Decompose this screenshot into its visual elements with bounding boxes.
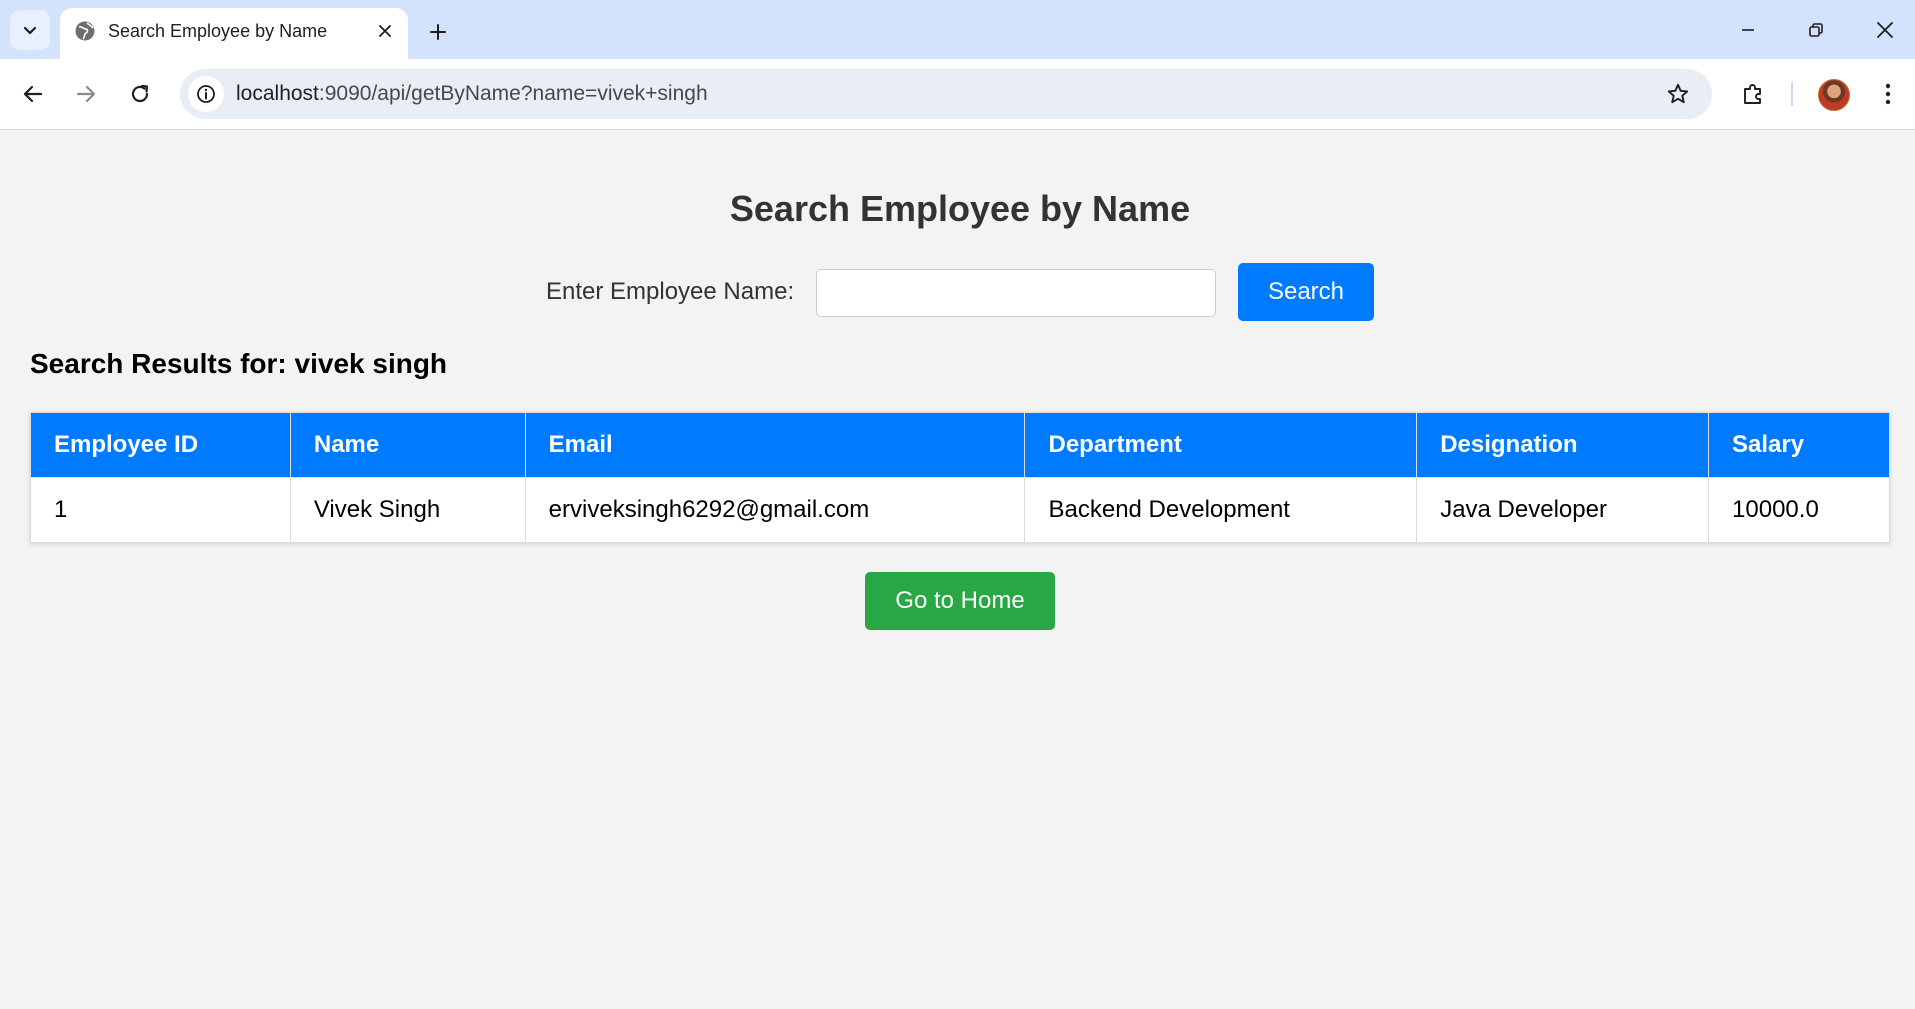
reload-button[interactable] — [121, 75, 159, 113]
extensions-button[interactable] — [1733, 74, 1773, 114]
arrow-right-icon — [76, 85, 96, 103]
globe-icon — [75, 21, 95, 41]
address-bar[interactable]: localhost:9090/api/getByName?name=vivek+… — [180, 69, 1712, 119]
forward-button[interactable] — [67, 75, 105, 113]
tab-close-button[interactable] — [372, 18, 398, 44]
chevron-down-icon — [23, 26, 37, 35]
url-host: localhost — [236, 82, 319, 105]
browser-toolbar: localhost:9090/api/getByName?name=vivek+… — [0, 59, 1915, 130]
new-tab-button[interactable] — [422, 16, 454, 48]
column-header-department: Department — [1024, 412, 1418, 478]
window-restore-button[interactable] — [1794, 8, 1838, 52]
column-header-email: Email — [524, 412, 1026, 478]
cell-name: Vivek Singh — [289, 477, 526, 543]
page-content: Search Employee by Name Enter Employee N… — [0, 130, 1915, 1008]
column-header-designation: Designation — [1416, 412, 1710, 478]
puzzle-icon — [1744, 84, 1761, 104]
url-text: localhost:9090/api/getByName?name=vivek+… — [236, 82, 708, 106]
arrow-left-icon — [23, 85, 43, 103]
window-close-button[interactable] — [1863, 8, 1907, 52]
cell-department: Backend Development — [1024, 477, 1418, 543]
results-table: Employee ID Name Email Department Design… — [30, 412, 1890, 543]
plus-icon — [430, 24, 446, 40]
star-icon — [1667, 83, 1689, 104]
employee-name-input[interactable] — [816, 269, 1216, 317]
go-to-home-button[interactable]: Go to Home — [865, 572, 1055, 630]
tab-title: Search Employee by Name — [108, 21, 328, 41]
url-path: :9090/api/getByName?name=vivek+singh — [318, 82, 708, 105]
reload-icon — [131, 84, 149, 103]
more-vertical-icon — [1885, 83, 1891, 105]
minimize-icon — [1742, 29, 1754, 31]
bookmark-button[interactable] — [1660, 76, 1696, 112]
table-row: 1 Vivek Singh erviveksingh6292@gmail.com… — [30, 477, 1890, 543]
column-header-name: Name — [289, 412, 526, 478]
cell-salary: 10000.0 — [1708, 477, 1890, 543]
cell-designation: Java Developer — [1416, 477, 1710, 543]
table-header-row: Employee ID Name Email Department Design… — [30, 412, 1890, 478]
employee-name-label: Enter Employee Name: — [546, 278, 795, 305]
tab-search-button[interactable] — [10, 10, 50, 50]
search-button[interactable]: Search — [1238, 263, 1374, 321]
window-minimize-button[interactable] — [1726, 8, 1770, 52]
browser-menu-button[interactable] — [1870, 76, 1906, 112]
restore-icon — [1809, 23, 1823, 37]
browser-tab-strip: Search Employee by Name — [0, 0, 1915, 59]
column-header-employee-id: Employee ID — [30, 412, 291, 478]
cell-employee-id: 1 — [30, 477, 291, 543]
results-heading: Search Results for: vivek singh — [30, 348, 448, 379]
cell-email: erviveksingh6292@gmail.com — [524, 477, 1026, 543]
column-header-salary: Salary — [1708, 412, 1890, 478]
profile-avatar[interactable] — [1818, 79, 1850, 111]
close-icon — [1877, 22, 1893, 38]
close-icon — [379, 25, 391, 37]
browser-tab-active[interactable]: Search Employee by Name — [60, 8, 408, 59]
toolbar-divider — [1791, 82, 1793, 106]
back-button[interactable] — [14, 75, 52, 113]
page-title: Search Employee by Name — [729, 188, 1191, 229]
site-info-button[interactable] — [188, 76, 224, 112]
info-icon — [197, 85, 215, 103]
